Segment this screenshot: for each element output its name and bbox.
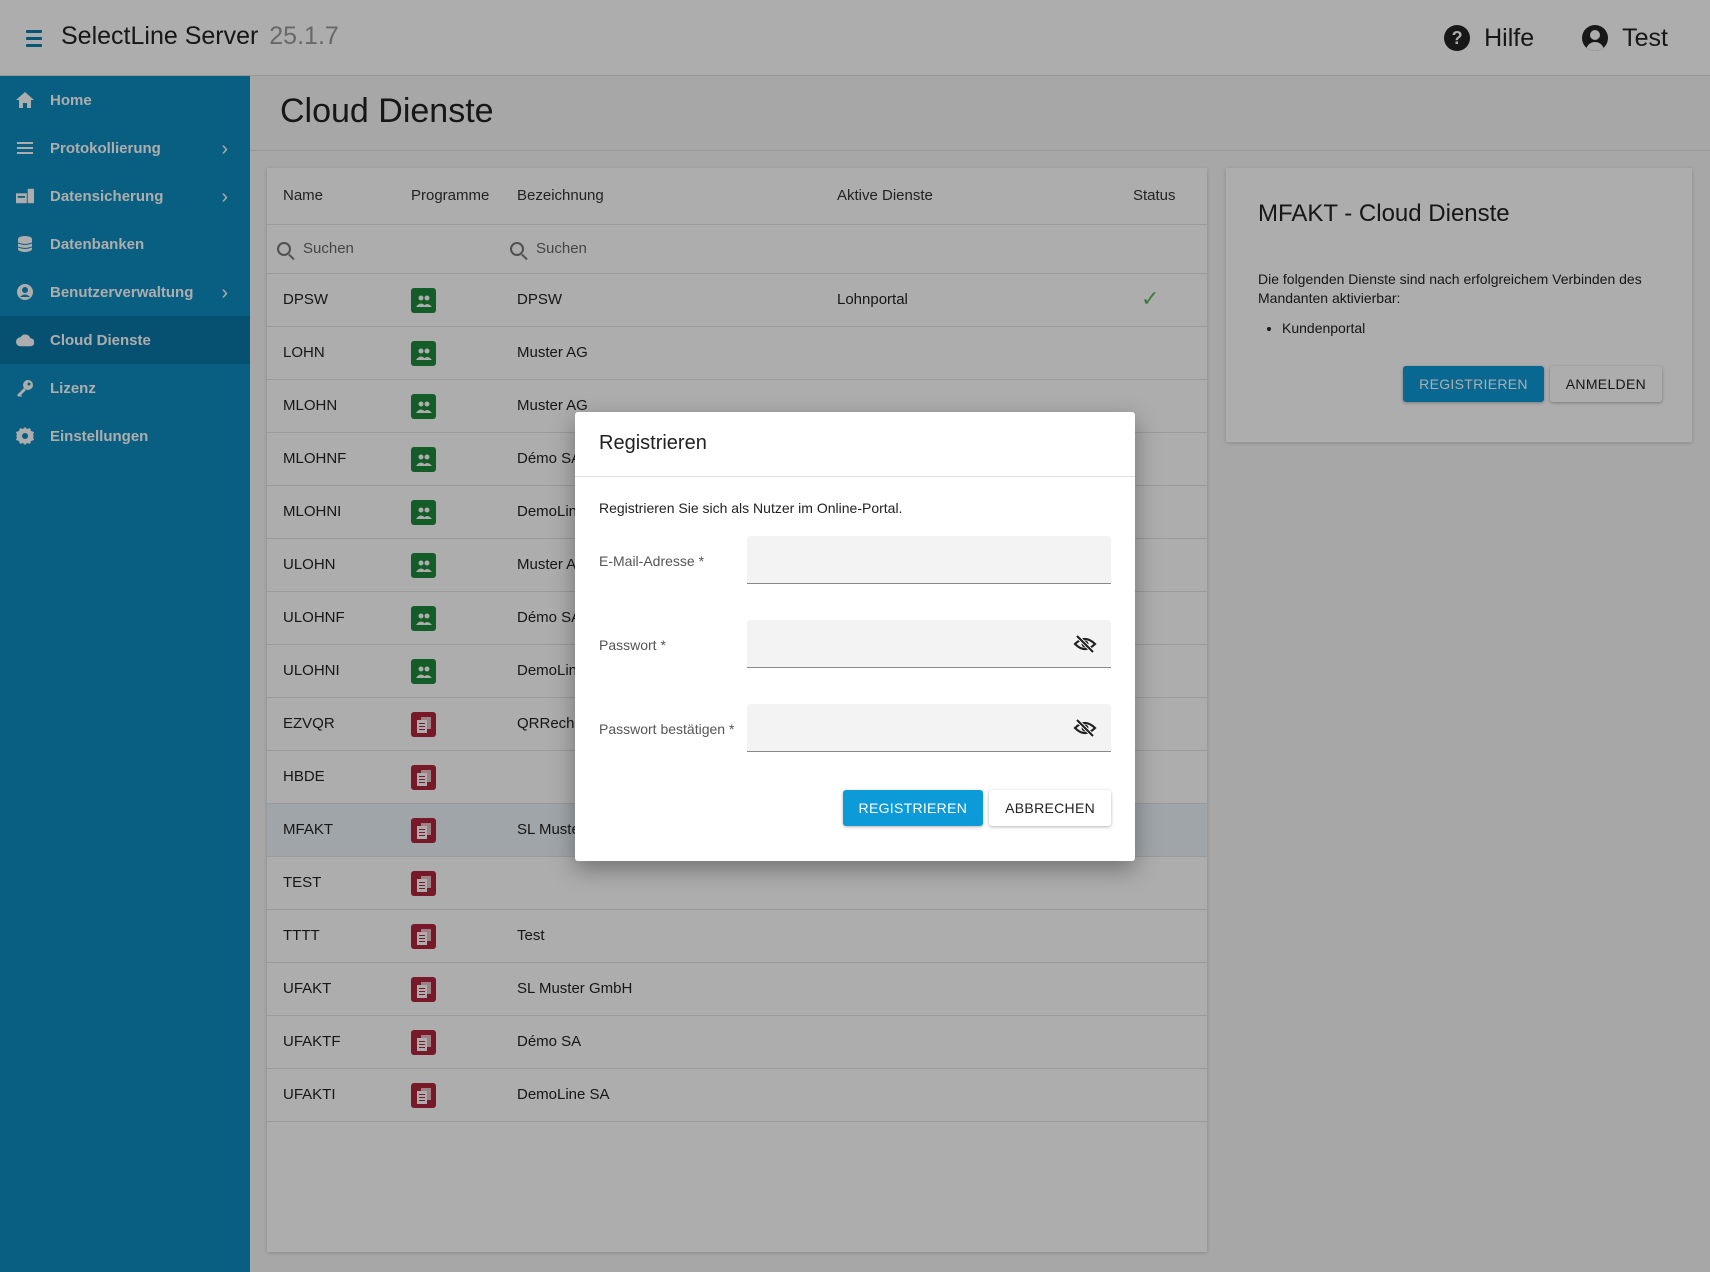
register-dialog: Registrieren Registrieren Sie sich als N… (575, 412, 1135, 861)
submit-register-button[interactable]: REGISTRIEREN (842, 790, 984, 826)
dialog-title: Registrieren (599, 432, 707, 454)
password-field[interactable] (747, 620, 1111, 667)
visibility-off-icon[interactable] (1073, 716, 1097, 740)
email-field[interactable] (747, 536, 1111, 583)
password-field-container (747, 620, 1111, 668)
email-label: E-Mail-Adresse * (599, 553, 705, 569)
visibility-off-icon[interactable] (1073, 632, 1097, 656)
dialog-description: Registrieren Sie sich als Nutzer im Onli… (599, 500, 903, 516)
password-confirm-field[interactable] (747, 704, 1111, 751)
password-label: Passwort * (599, 637, 666, 653)
password-confirm-field-container (747, 704, 1111, 752)
email-field-container (747, 536, 1111, 584)
dialog-actions: REGISTRIEREN ABBRECHEN (842, 790, 1111, 826)
cancel-button[interactable]: ABBRECHEN (989, 790, 1111, 826)
password-confirm-label: Passwort bestätigen * (599, 721, 735, 737)
divider (575, 476, 1135, 477)
